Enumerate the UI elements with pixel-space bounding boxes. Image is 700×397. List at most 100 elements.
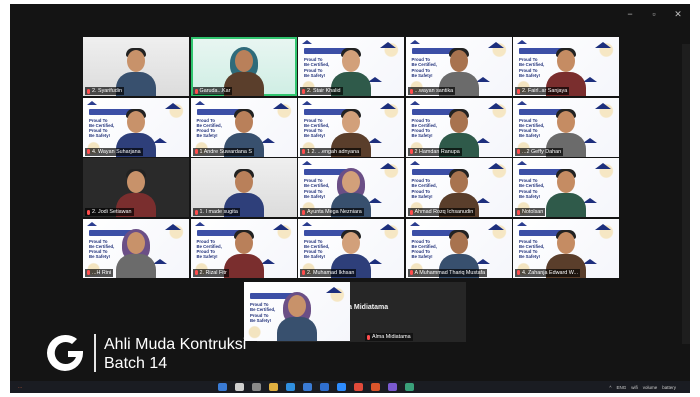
graduation-cap-icon: [194, 221, 205, 226]
zoom-icon[interactable]: [337, 383, 346, 391]
mic-muted-icon: [517, 209, 520, 215]
participant-name-label: 2 Hamdan Ranupa: [407, 147, 462, 156]
browser-icon[interactable]: [286, 383, 295, 391]
participant-tile[interactable]: Proud To Be Certified, Proud To Be Safet…: [513, 158, 619, 217]
app-icon[interactable]: [405, 383, 414, 391]
participant-tile[interactable]: Proud To Be Certified, Proud To Be Safet…: [513, 37, 619, 96]
mic-muted-icon: [409, 149, 413, 154]
taskview-icon[interactable]: [252, 383, 261, 391]
tray--icon[interactable]: ^: [609, 385, 611, 390]
graduation-cap-icon: [302, 40, 312, 44]
video-frame: − ▫ ✕ 2. Syarifudin Garuda...Kar Proud To Be…: [10, 4, 690, 393]
participant-tile[interactable]: 2. Syarifudin: [83, 37, 189, 96]
scroll-bar[interactable]: [682, 44, 690, 344]
overlay-divider: [94, 334, 96, 372]
office-icon[interactable]: [371, 383, 380, 391]
graduation-cap-icon: [194, 100, 205, 105]
graduation-cap-icon: [595, 42, 611, 48]
participant-tile[interactable]: Proud To Be Certified, Proud To Be Safet…: [298, 218, 404, 278]
participant-tile[interactable]: Proud To Be Certified, Proud To Be Safet…: [405, 97, 512, 157]
graduation-cap-icon: [595, 163, 611, 169]
participant-tile[interactable]: Garuda...Kar: [190, 37, 297, 96]
graduation-cap-icon: [272, 223, 289, 230]
participant-tile[interactable]: Proud To Be Certified, Proud To Be Safet…: [513, 218, 619, 278]
mic-muted-icon: [517, 88, 520, 94]
minimize-icon[interactable]: −: [624, 8, 636, 20]
mic-muted-icon: [87, 270, 90, 275]
participant-name-label: Ahmad Rozq Ichsanudin: [407, 208, 476, 216]
participant-name-label: ...H Rini: [85, 268, 114, 277]
graduation-cap-icon: [302, 221, 312, 226]
mic-muted-icon: [302, 149, 305, 154]
participant-name-label: A Muhammad Thariq Mustafa: [407, 268, 488, 277]
window-controls: − ▫ ✕: [624, 8, 684, 20]
graduation-cap-icon: [487, 42, 504, 48]
app-icon[interactable]: [388, 383, 397, 391]
participant-tile[interactable]: Proud To Be Certified, Proud To Be Safet…: [405, 218, 512, 278]
mic-muted-icon: [194, 149, 198, 154]
graduation-cap-icon: [165, 102, 181, 109]
participant-tile[interactable]: Proud To Be Certified, Proud To Be Safet…: [244, 282, 350, 341]
participant-name-label: ...wayan santika: [407, 87, 456, 95]
mic-muted-icon: [409, 270, 413, 275]
mic-muted-icon: [194, 270, 198, 275]
graduation-cap-icon: [272, 102, 289, 109]
participant-tile[interactable]: Proud To Be Certified, Proud To Be Safet…: [513, 97, 619, 157]
graduation-cap-icon: [87, 100, 97, 105]
windows-icon[interactable]: [218, 383, 227, 391]
participant-tile[interactable]: Proud To Be Certified, Proud To Be Safet…: [83, 218, 189, 278]
graduation-cap-icon: [302, 161, 312, 165]
participant-name-label: 2. Stair Khalid: [300, 87, 343, 95]
taskbar-weather[interactable]: ...: [18, 384, 48, 390]
restore-icon[interactable]: ▫: [648, 8, 660, 20]
graduation-cap-icon: [165, 223, 181, 230]
participant-name-label: Ayunta Mega Nezniara: [300, 208, 364, 216]
tray-eng-icon[interactable]: ENG: [616, 385, 626, 390]
participant-name-label: 4. Wayan Suharjana: [85, 147, 143, 156]
participant-tile[interactable]: Proud To Be Certified, Proud To Be Safet…: [298, 37, 404, 96]
taskbar-apps: [218, 383, 414, 391]
mail-icon[interactable]: [320, 383, 329, 391]
participant-tile[interactable]: Proud To Be Certified, Proud To Be Safet…: [190, 218, 297, 278]
participant-tile[interactable]: Proud To Be Certified, Proud To Be Safet…: [190, 97, 297, 157]
graduation-cap-icon: [380, 102, 396, 109]
participant-tile[interactable]: Proud To Be Certified, Proud To Be Safet…: [405, 158, 512, 217]
mic-muted-icon: [409, 88, 413, 94]
graduation-cap-icon: [487, 223, 504, 230]
participant-tile[interactable]: Proud To Be Certified, Proud To Be Safet…: [298, 158, 404, 217]
graduation-cap-icon: [517, 40, 527, 44]
participant-tile[interactable]: Proud To Be Certified, Proud To Be Safet…: [83, 97, 189, 157]
close-icon[interactable]: ✕: [672, 8, 684, 20]
participant-grid: 2. Syarifudin Garuda...Kar Proud To Be Cer…: [83, 37, 619, 278]
tray-battery-icon[interactable]: battery: [662, 385, 676, 390]
graduation-cap-icon: [517, 161, 527, 165]
participant-video: [277, 291, 317, 341]
participant-tile[interactable]: Proud To Be Certified, Proud To Be Safet…: [405, 37, 512, 96]
mic-muted-icon: [409, 209, 413, 215]
mic-muted-icon: [87, 149, 90, 154]
participant-name-label: 2. Jodi Setiawan: [85, 208, 134, 216]
graduation-cap-icon: [409, 40, 420, 44]
participant-tile[interactable]: Proud To Be Certified, Proud To Be Safet…: [298, 97, 404, 157]
graduation-cap-icon: [517, 100, 527, 105]
explorer-icon[interactable]: [269, 383, 278, 391]
graduation-cap-icon: [517, 221, 527, 226]
graduation-cap-icon: [487, 163, 504, 169]
store-icon[interactable]: [303, 383, 312, 391]
chrome-icon[interactable]: [354, 383, 363, 391]
tray-wifi-icon[interactable]: wifi: [631, 385, 638, 390]
participant-tile[interactable]: 1. I made sugita: [190, 158, 297, 217]
participant-name-label: 1. I made sugita: [192, 208, 240, 216]
search-icon[interactable]: [235, 383, 244, 391]
tray-volume-icon[interactable]: volume: [643, 385, 658, 390]
graduation-cap-icon: [87, 221, 97, 226]
participant-name-label: 1 Andre Suwardana S: [192, 147, 254, 156]
participant-name-label: 2. Syarifudin: [85, 87, 124, 95]
participant-tile[interactable]: 2. Jodi Setiawan: [83, 158, 189, 217]
mic-muted-icon: [302, 209, 305, 215]
participant-name-label: 2. Fairl..ar Sanjaya: [515, 87, 570, 95]
mic-muted-icon: [302, 270, 305, 275]
mic-muted-icon: [87, 88, 90, 94]
participant-name-label: ...2 Geffy Dahan: [515, 147, 564, 156]
taskbar: ... ^ ENG wifi volume battery: [10, 381, 690, 393]
